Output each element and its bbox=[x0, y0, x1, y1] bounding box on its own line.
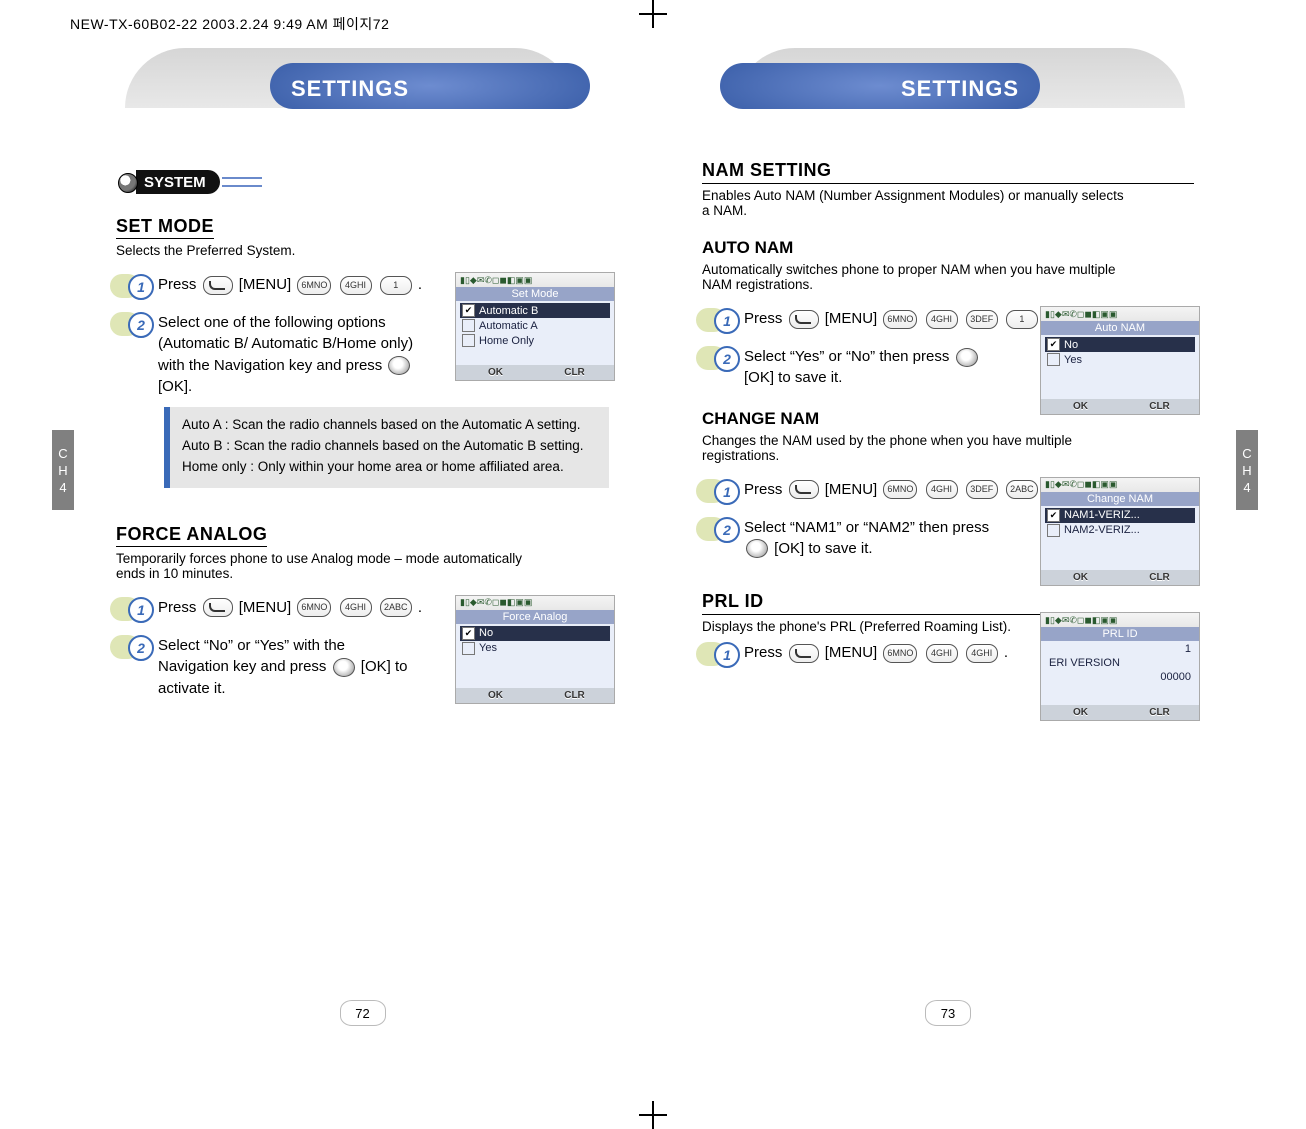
phone-softkey-ok: OK bbox=[1041, 705, 1120, 720]
keycap-icon: 2ABC bbox=[380, 598, 412, 617]
keycap-icon: 3DEF bbox=[966, 480, 998, 499]
phone-option: ✔Automatic B bbox=[460, 303, 610, 318]
phone-screen-title: Auto NAM bbox=[1041, 321, 1199, 335]
desc-change-nam: Changes the NAM used by the phone when y… bbox=[702, 433, 1132, 463]
softkey-icon bbox=[203, 598, 233, 617]
keycap-icon: 4GHI bbox=[926, 480, 958, 499]
step-number-icon: 2 bbox=[702, 344, 736, 372]
nav-key-icon bbox=[956, 348, 978, 367]
phone-screen-change-nam: ▮▯◆✉✆◻◼◧▣▣ Change NAM ✔NAM1-VERIZ... NAM… bbox=[1040, 477, 1200, 586]
step-number-icon: 1 bbox=[702, 306, 736, 334]
phone-screen-set-mode: ▮▯◆✉✆◻◼◧▣▣ Set Mode ✔Automatic B Automat… bbox=[455, 272, 615, 381]
keycap-icon: 2ABC bbox=[1006, 480, 1038, 499]
phone-option: Yes bbox=[1045, 352, 1195, 367]
phone-status-bar-icon: ▮▯◆✉✆◻◼◧▣▣ bbox=[1041, 307, 1199, 321]
phone-softkey-clr: CLR bbox=[1120, 570, 1199, 585]
keycap-icon: 6MNO bbox=[883, 644, 917, 663]
phone-info-label: ERI VERSION bbox=[1049, 657, 1191, 669]
keycap-icon: 4GHI bbox=[340, 276, 372, 295]
phone-info-value: 1 bbox=[1049, 643, 1191, 655]
phone-option: Yes bbox=[460, 641, 610, 656]
phone-softkey-clr: CLR bbox=[1120, 399, 1199, 414]
heading-force-analog: FORCE ANALOG bbox=[116, 524, 609, 547]
page-spread: SETTINGS C H 4 SYSTEM SET MODE Selects t… bbox=[70, 30, 1240, 1030]
phone-softkey-clr: CLR bbox=[535, 365, 614, 380]
nav-key-icon bbox=[746, 539, 768, 558]
manual-page-spread: NEW-TX-60B02-22 2003.2.24 9:49 AM 페이지72 … bbox=[0, 0, 1306, 1129]
phone-softkey-ok: OK bbox=[456, 688, 535, 703]
page-left: SETTINGS C H 4 SYSTEM SET MODE Selects t… bbox=[70, 30, 655, 1030]
softkey-icon bbox=[789, 644, 819, 663]
keycap-icon: 6MNO bbox=[883, 310, 917, 329]
desc-auto-nam: Automatically switches phone to proper N… bbox=[702, 262, 1132, 292]
softkey-icon bbox=[789, 480, 819, 499]
step-number-icon: 2 bbox=[702, 515, 736, 543]
phone-option: NAM2-VERIZ... bbox=[1045, 523, 1195, 538]
phone-status-bar-icon: ▮▯◆✉✆◻◼◧▣▣ bbox=[456, 273, 614, 287]
keycap-icon: 4GHI bbox=[926, 310, 958, 329]
phone-softkey-ok: OK bbox=[1041, 570, 1120, 585]
step-number-icon: 1 bbox=[702, 477, 736, 505]
keycap-icon: 4GHI bbox=[340, 598, 372, 617]
step-number-icon: 2 bbox=[116, 633, 150, 661]
keycap-icon: 4GHI bbox=[966, 644, 998, 663]
crop-mark-bottom-icon bbox=[639, 1101, 667, 1129]
phone-screen-title: Force Analog bbox=[456, 610, 614, 624]
phone-status-bar-icon: ▮▯◆✉✆◻◼◧▣▣ bbox=[456, 596, 614, 610]
phone-option: ✔No bbox=[1045, 337, 1195, 352]
phone-option: ✔NAM1-VERIZ... bbox=[1045, 508, 1195, 523]
phone-option: ✔No bbox=[460, 626, 610, 641]
phone-screen-force-analog: ▮▯◆✉✆◻◼◧▣▣ Force Analog ✔No Yes OK CLR bbox=[455, 595, 615, 704]
step-number-icon: 1 bbox=[702, 640, 736, 668]
chapter-tab: C H 4 bbox=[1236, 430, 1258, 510]
system-badge-underline-icon bbox=[222, 177, 262, 187]
page-number: 73 bbox=[925, 1000, 971, 1026]
step-number-icon: 2 bbox=[116, 310, 150, 338]
keycap-icon: 6MNO bbox=[297, 598, 331, 617]
page-title-pill: SETTINGS bbox=[125, 48, 575, 108]
phone-status-bar-icon: ▮▯◆✉✆◻◼◧▣▣ bbox=[1041, 478, 1199, 492]
desc-nam-setting: Enables Auto NAM (Number Assignment Modu… bbox=[702, 188, 1132, 218]
page-right: SETTINGS C H 4 NAM SETTING Enables Auto … bbox=[655, 30, 1240, 1030]
phone-softkey-clr: CLR bbox=[1120, 705, 1199, 720]
softkey-icon bbox=[789, 310, 819, 329]
keycap-icon: 6MNO bbox=[883, 480, 917, 499]
step-number-icon: 1 bbox=[116, 595, 150, 623]
desc-set-mode: Selects the Preferred System. bbox=[116, 243, 546, 258]
desc-force-analog: Temporarily forces phone to use Analog m… bbox=[116, 551, 546, 581]
page-title: SETTINGS bbox=[735, 76, 1185, 102]
phone-softkey-ok: OK bbox=[456, 365, 535, 380]
system-badge: SYSTEM bbox=[136, 170, 220, 194]
nav-key-icon bbox=[388, 356, 410, 375]
heading-auto-nam: AUTO NAM bbox=[702, 238, 1194, 258]
phone-softkey-ok: OK bbox=[1041, 399, 1120, 414]
phone-option: Home Only bbox=[460, 333, 610, 348]
phone-screen-title: PRL ID bbox=[1041, 627, 1199, 641]
keycap-icon: 3DEF bbox=[966, 310, 998, 329]
heading-nam-setting: NAM SETTING bbox=[702, 160, 1194, 184]
phone-info-value: 00000 bbox=[1049, 671, 1191, 683]
chapter-tab: C H 4 bbox=[52, 430, 74, 510]
phone-screen-title: Set Mode bbox=[456, 287, 614, 301]
keycap-icon: 1 bbox=[1006, 310, 1038, 329]
crop-mark-top-icon bbox=[639, 0, 667, 28]
keycap-icon: 6MNO bbox=[297, 276, 331, 295]
keycap-icon: 4GHI bbox=[926, 644, 958, 663]
heading-set-mode: SET MODE bbox=[116, 216, 609, 239]
nav-key-icon bbox=[333, 658, 355, 677]
page-title-pill: SETTINGS bbox=[735, 48, 1185, 108]
phone-screen-prl-id: ▮▯◆✉✆◻◼◧▣▣ PRL ID 1 ERI VERSION 00000 OK… bbox=[1040, 612, 1200, 721]
step-number-icon: 1 bbox=[116, 272, 150, 300]
phone-screen-auto-nam: ▮▯◆✉✆◻◼◧▣▣ Auto NAM ✔No Yes OK CLR bbox=[1040, 306, 1200, 415]
keycap-icon: 1 bbox=[380, 276, 412, 295]
set-mode-infobox: Auto A : Scan the radio channels based o… bbox=[164, 407, 609, 488]
phone-option: Automatic A bbox=[460, 318, 610, 333]
page-number: 72 bbox=[340, 1000, 386, 1026]
phone-screen-title: Change NAM bbox=[1041, 492, 1199, 506]
page-title: SETTINGS bbox=[125, 76, 575, 102]
phone-softkey-clr: CLR bbox=[535, 688, 614, 703]
softkey-icon bbox=[203, 276, 233, 295]
phone-status-bar-icon: ▮▯◆✉✆◻◼◧▣▣ bbox=[1041, 613, 1199, 627]
